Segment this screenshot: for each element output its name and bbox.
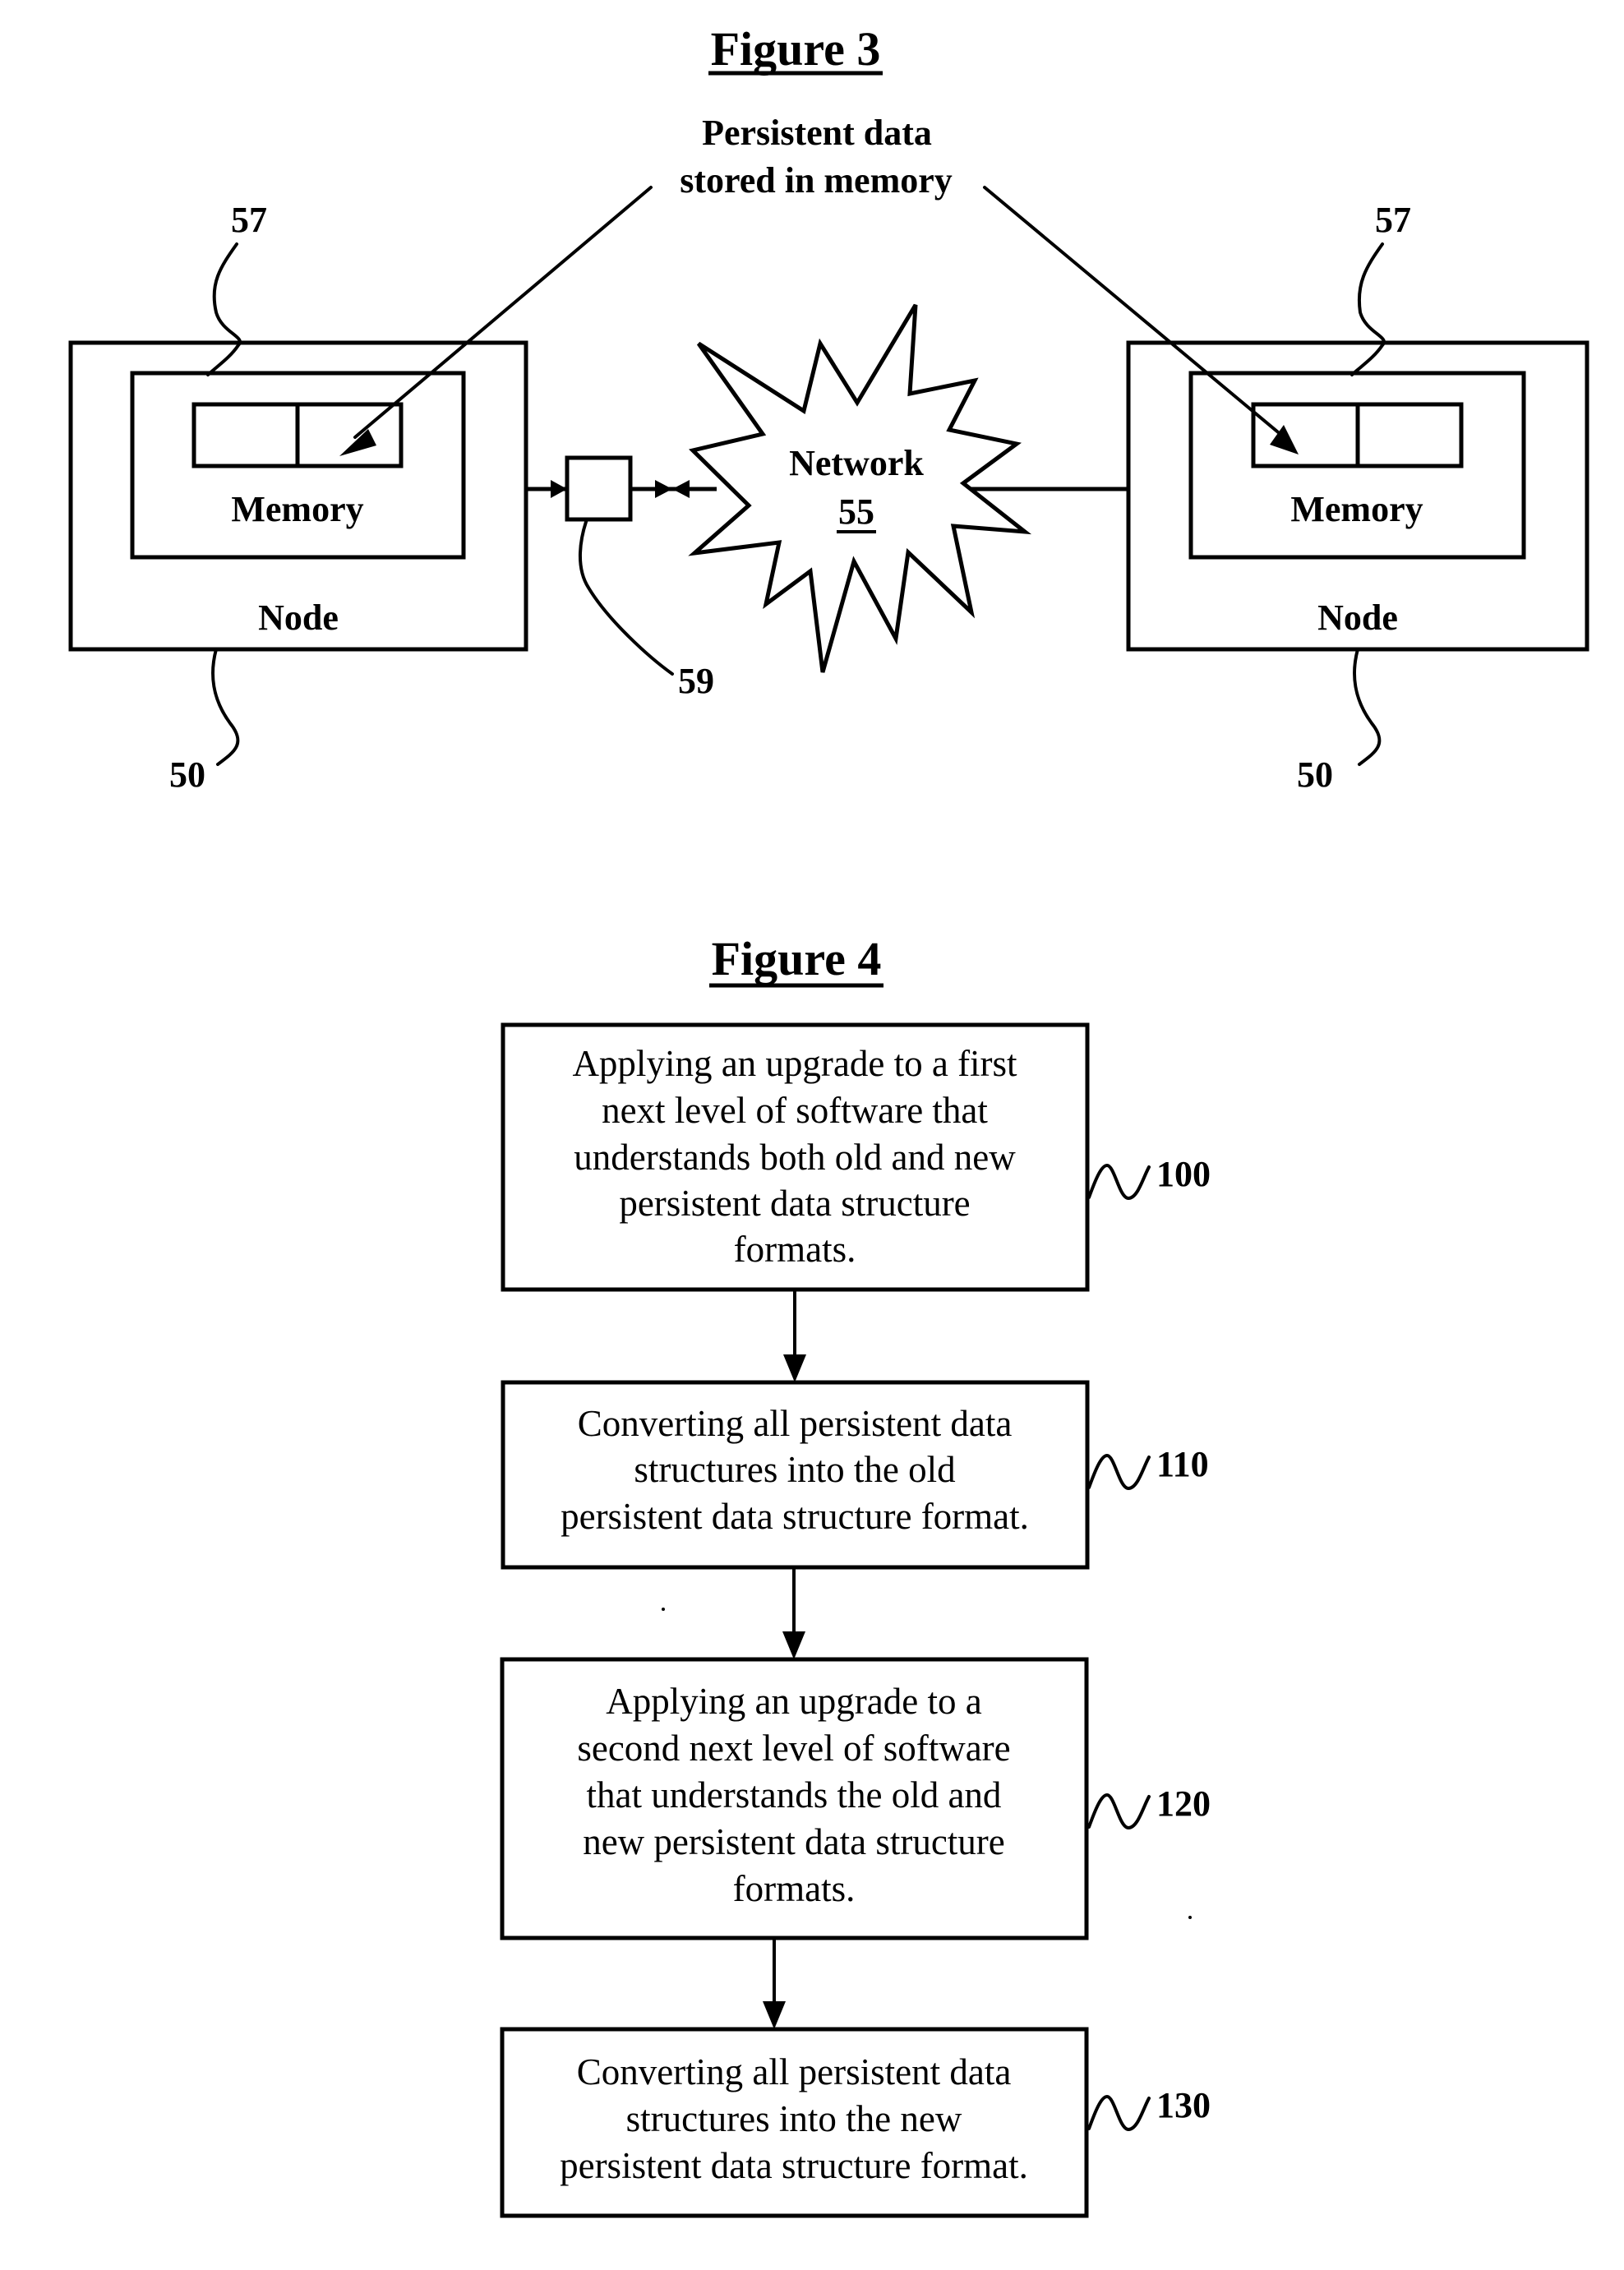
left-node-label: Node bbox=[258, 597, 339, 638]
step-120-line-2: second next level of software bbox=[577, 1728, 1010, 1769]
step-100-line-2: next level of software that bbox=[602, 1090, 988, 1131]
interface-box-59 bbox=[565, 455, 633, 522]
scan-speck bbox=[1188, 1916, 1192, 1919]
scan-speck bbox=[662, 1608, 665, 1611]
leader-line-59 bbox=[579, 518, 674, 676]
arrowhead-icon bbox=[655, 480, 672, 498]
leader-line-110 bbox=[1087, 1453, 1151, 1491]
ref-130: 130 bbox=[1156, 2085, 1211, 2125]
leader-line-130 bbox=[1087, 2094, 1151, 2132]
leader-line-left-50 bbox=[210, 648, 240, 766]
left-node: Memory Node bbox=[68, 340, 528, 652]
ref-100: 100 bbox=[1156, 1154, 1211, 1194]
step-100-line-1: Applying an upgrade to a first bbox=[572, 1043, 1017, 1084]
flow-arrow-110-120 bbox=[782, 1567, 805, 1659]
step-120-line-1: Applying an upgrade to a bbox=[606, 1681, 981, 1722]
ref-110: 110 bbox=[1156, 1444, 1209, 1484]
leader-line-right-50 bbox=[1352, 648, 1382, 766]
leader-line-120 bbox=[1087, 1792, 1151, 1830]
network-ref: 55 bbox=[838, 491, 874, 532]
step-110-line-3: persistent data structure format. bbox=[561, 1496, 1029, 1537]
step-130-line-1: Converting all persistent data bbox=[577, 2051, 1012, 2092]
right-node-label: Node bbox=[1317, 597, 1398, 638]
right-memory-label: Memory bbox=[1290, 489, 1423, 529]
step-100-line-5: formats. bbox=[734, 1229, 856, 1270]
left-memory-label: Memory bbox=[231, 489, 363, 529]
step-120-line-5: formats. bbox=[733, 1868, 856, 1909]
step-120-line-3: that understands the old and bbox=[587, 1774, 1002, 1816]
step-130-line-3: persistent data structure format. bbox=[560, 2145, 1028, 2186]
ref-50-right: 50 bbox=[1297, 754, 1333, 795]
step-100-line-4: persistent data structure bbox=[619, 1183, 970, 1224]
arrowhead-icon bbox=[551, 480, 567, 498]
ref-50-left: 50 bbox=[169, 754, 205, 795]
figure-3-title: Figure 3 bbox=[711, 22, 881, 76]
ref-59: 59 bbox=[678, 661, 714, 701]
patent-drawing-sheet: Figure 3 Persistent data stored in memor… bbox=[68, 22, 1589, 2218]
network-connector-left bbox=[526, 455, 717, 522]
step-130: Converting all persistent data structure… bbox=[500, 2027, 1211, 2218]
callout-line-1: Persistent data bbox=[702, 113, 932, 153]
right-node: Memory Node bbox=[1126, 340, 1589, 652]
figure-3: Figure 3 Persistent data stored in memor… bbox=[68, 22, 1589, 795]
step-100-line-3: understands both old and new bbox=[574, 1137, 1016, 1178]
figure-4-title: Figure 4 bbox=[712, 932, 882, 985]
step-110: Converting all persistent data structure… bbox=[501, 1380, 1209, 1570]
step-120: Applying an upgrade to a second next lev… bbox=[500, 1657, 1211, 1940]
step-110-line-1: Converting all persistent data bbox=[578, 1403, 1013, 1444]
flow-arrow-100-110 bbox=[783, 1290, 806, 1382]
step-110-line-2: structures into the old bbox=[634, 1449, 955, 1490]
flow-arrow-120-130 bbox=[763, 1938, 786, 2029]
network-label: Network bbox=[789, 443, 924, 483]
arrowhead-icon bbox=[783, 1354, 806, 1382]
step-100: Applying an upgrade to a first next leve… bbox=[501, 1022, 1211, 1292]
arrowhead-icon bbox=[763, 2001, 786, 2029]
step-130-line-2: structures into the new bbox=[626, 2098, 962, 2139]
figure-4: Figure 4 Applying an upgrade to a first … bbox=[500, 932, 1211, 2218]
callout-line-2: stored in memory bbox=[680, 160, 953, 201]
arrowhead-icon bbox=[672, 480, 690, 498]
step-120-line-4: new persistent data structure bbox=[583, 1821, 1005, 1862]
leader-line-100 bbox=[1087, 1163, 1151, 1201]
arrowhead-icon bbox=[782, 1631, 805, 1659]
ref-57-right: 57 bbox=[1375, 200, 1411, 240]
ref-57-left: 57 bbox=[231, 200, 267, 240]
ref-120: 120 bbox=[1156, 1783, 1211, 1824]
